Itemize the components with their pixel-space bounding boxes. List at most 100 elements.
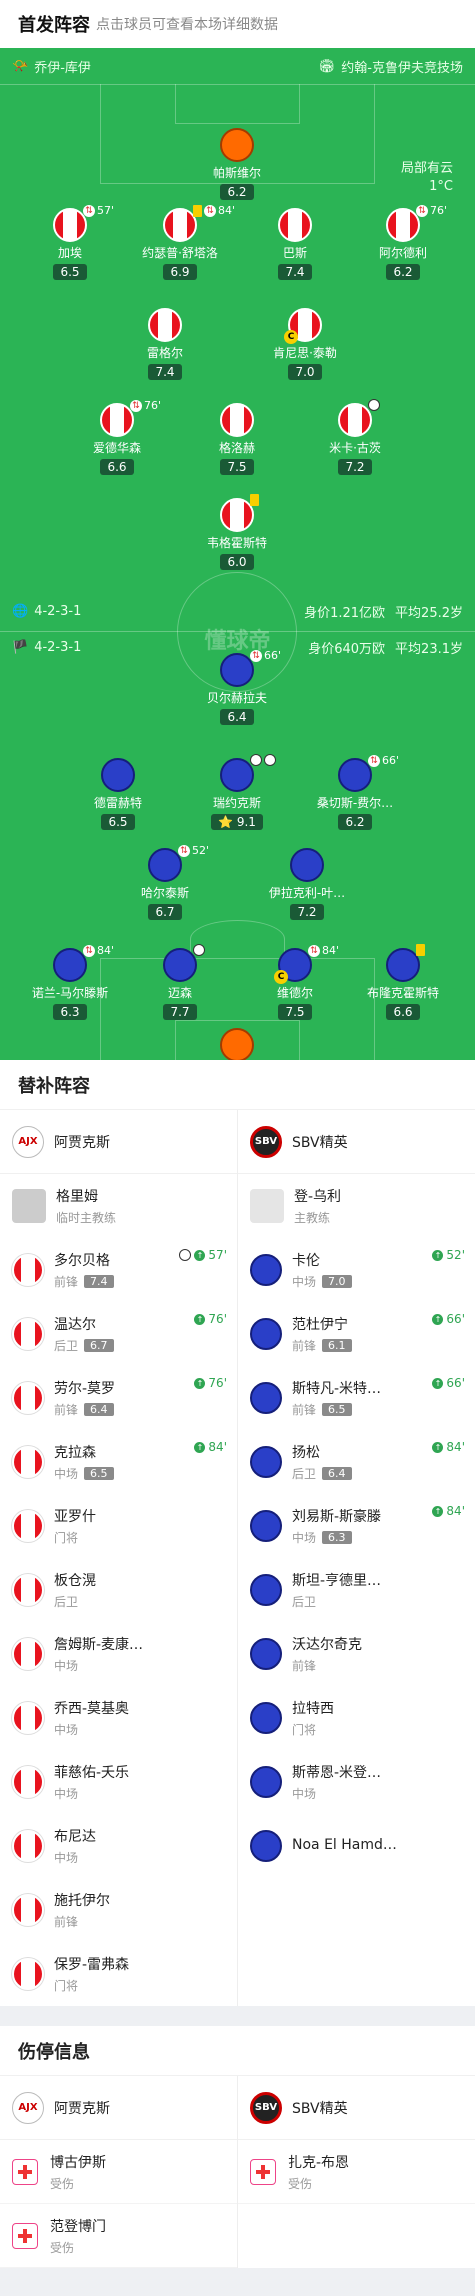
sub-in-icon: ↑: [432, 1249, 444, 1261]
coach-avatar: [250, 1189, 284, 1223]
sub-player-position: 中场 7.0: [292, 1273, 352, 1290]
sub-player-row[interactable]: Noa El Hamd…: [238, 1814, 475, 1878]
sub-player-row[interactable]: 范杜伊宁 前锋 6.1 ↑ 66': [238, 1302, 475, 1366]
player-shirt: [250, 1510, 282, 1542]
coach-row[interactable]: 格里姆 临时主教练: [0, 1174, 237, 1238]
substitution-icon: ⇅: [368, 754, 380, 767]
sub-player-row[interactable]: 布尼达 中场: [0, 1814, 237, 1878]
sub-player-row[interactable]: 沃达尔奇克 前锋: [238, 1622, 475, 1686]
coach-avatar: [12, 1189, 46, 1223]
sub-player-position: 中场 6.5: [54, 1465, 114, 1482]
sub-player-row[interactable]: 板仓滉 后卫: [0, 1558, 237, 1622]
injured-player-name: 博古伊斯: [50, 2154, 106, 2171]
sub-player-name: 范杜伊宁: [292, 1317, 348, 1333]
pitch-player-home[interactable]: 雷格尔 7.4: [100, 308, 230, 380]
sub-player-position: 中场 6.3: [292, 1529, 381, 1546]
sub-player-name: 扬松: [292, 1445, 320, 1461]
sub-player-row[interactable]: 斯蒂恩-米登… 中场: [238, 1750, 475, 1814]
player-shirt: [220, 128, 254, 162]
pitch-player-home[interactable]: 格洛赫 7.5: [172, 403, 302, 475]
pitch-player-away[interactable]: 布隆克霍斯特 6.6: [338, 944, 468, 1020]
pitch-player-away[interactable]: ⇅ 66' 桑切斯-费尔… 6.2: [290, 754, 420, 830]
sub-player-row[interactable]: 保罗-雷弗森 门将: [0, 1942, 237, 2006]
player-shirt: [12, 1638, 44, 1670]
sub-player-position: 后卫 6.4: [292, 1465, 352, 1482]
sub-player-row[interactable]: 温达尔 后卫 6.7 ↑ 76': [0, 1302, 237, 1366]
captain-badge: C: [274, 970, 288, 984]
sub-in-tag: ↑ 76': [194, 1312, 227, 1326]
pitch-player-home[interactable]: 韦格霍斯特 6.0: [172, 494, 302, 570]
sub-player-row[interactable]: 劳尔-莫罗 前锋 6.4 ↑ 76': [0, 1366, 237, 1430]
pitch-player-away[interactable]: 迈森 7.7: [115, 944, 245, 1020]
sub-player-row[interactable]: 菲慈佑-夭乐 中场: [0, 1750, 237, 1814]
pitch-player-away[interactable]: 瑞约克斯 ⭐ 9.1: [172, 754, 302, 830]
pitch-player-home[interactable]: 米卡·古茨 7.2: [290, 399, 420, 475]
sub-in-tag: ↑ 52': [432, 1248, 465, 1262]
player-shirt: [220, 498, 254, 532]
sub-player-name: 亚罗什: [54, 1509, 96, 1525]
injury-row[interactable]: 扎克-布恩 受伤: [238, 2140, 475, 2204]
player-event-badges: ⇅ 57': [83, 204, 114, 217]
player-rating: 7.2: [338, 459, 372, 475]
player-name: 韦格霍斯特: [206, 536, 267, 550]
team-name: SBV精英: [292, 1134, 348, 1151]
sub-player-row[interactable]: 扬松后卫 6.4 ↑ 84': [238, 1430, 475, 1494]
player-name: 约瑟普·舒塔洛: [142, 246, 218, 260]
injury-row[interactable]: 博古伊斯 受伤: [0, 2140, 237, 2204]
sub-in-tag: ↑ 84': [432, 1440, 465, 1454]
player-name: 格洛赫: [218, 441, 255, 455]
injured-player-name: 扎克-布恩: [288, 2154, 350, 2171]
substitution-icon: ⇅: [83, 944, 95, 957]
ball-icon: [193, 944, 205, 956]
injury-row[interactable]: 范登博门 受伤: [0, 2204, 237, 2268]
coach-name: 格里姆: [56, 1189, 98, 1205]
home-team-name: 乔伊-库伊: [34, 60, 91, 76]
player-rating: 6.2: [338, 814, 372, 830]
team-row: AJX 阿贾克斯: [0, 2076, 237, 2140]
player-shirt: [250, 1318, 282, 1350]
player-name: 爱德华森: [92, 441, 141, 455]
player-shirt: [338, 758, 372, 792]
player-event-badges: [250, 494, 259, 506]
pitch-player-home[interactable]: ⇅ 76' 阿尔德利 6.2: [338, 204, 468, 280]
player-shirt: [12, 1510, 44, 1542]
pitch-player-home[interactable]: ⇅ 84' 约瑟普·舒塔洛 6.9: [115, 204, 245, 280]
pitch-player-away[interactable]: 范加塞尔8.1: [172, 1028, 302, 1060]
sub-time: 52': [192, 844, 210, 857]
pitch-player-home[interactable]: 帕斯维尔 6.2: [172, 128, 302, 200]
sub-player-row[interactable]: 施托伊尔 前锋: [0, 1878, 237, 1942]
pitch-player-away[interactable]: 德雷赫特 6.5: [53, 758, 183, 830]
player-name: 布隆克霍斯特: [366, 986, 439, 1000]
coach-row[interactable]: 登-乌利 主教练: [238, 1174, 475, 1238]
away-value: 身价640万欧: [308, 642, 386, 657]
sub-player-row[interactable]: 亚罗什 门将: [0, 1494, 237, 1558]
sub-in-tag: ↑ 57': [179, 1248, 227, 1262]
coach-name: 登-乌利: [294, 1189, 342, 1205]
player-name: 哈尔泰斯: [140, 886, 189, 900]
sub-player-row[interactable]: 多尔贝格 前锋 7.4 ↑ 57': [0, 1238, 237, 1302]
sub-player-position: 门将: [292, 1723, 317, 1737]
sub-in-icon: ↑: [432, 1441, 444, 1453]
sub-player-row[interactable]: 克拉森 中场 6.5 ↑ 84': [0, 1430, 237, 1494]
pitch-player-away[interactable]: ⇅ 52' 哈尔泰斯 6.7: [100, 844, 230, 920]
sub-player-position: 中场: [292, 1787, 317, 1801]
player-rating: 6.5: [53, 264, 87, 280]
pitch-player-away[interactable]: ⇅ 66' 贝尔赫拉夫 6.4: [172, 649, 302, 725]
sub-player-row[interactable]: 斯坦-亨德里… 后卫: [238, 1558, 475, 1622]
sub-player-row[interactable]: 卡伦 中场 7.0 ↑ 52': [238, 1238, 475, 1302]
player-shirt: [386, 208, 420, 242]
sub-player-row[interactable]: 刘易斯-斯豪滕 中场 6.3 ↑ 84': [238, 1494, 475, 1558]
player-event-badges: ⇅ 76': [416, 204, 447, 217]
player-shirt: [12, 1958, 44, 1990]
pitch-player-home[interactable]: ⇅ 76' 爱德华森 6.6: [52, 399, 182, 475]
sub-player-name: Noa El Hamd…: [292, 1836, 397, 1853]
sub-player-row[interactable]: 詹姆斯-麦康… 中场: [0, 1622, 237, 1686]
away-formation-row: 🏴 4-2-3-1 身价640万欧 平均23.1岁: [0, 638, 475, 657]
player-shirt: [12, 1382, 44, 1414]
pitch-player-home[interactable]: C 肯尼思·泰勒 7.0: [240, 308, 370, 380]
sub-player-row[interactable]: 乔西-莫基奥 中场: [0, 1686, 237, 1750]
pitch-player-away[interactable]: 伊拉克利-叶… 7.2: [242, 848, 372, 920]
sub-player-row[interactable]: 拉特西 门将: [238, 1686, 475, 1750]
sub-player-row[interactable]: 斯特凡-米特… 前锋 6.5 ↑ 66': [238, 1366, 475, 1430]
sub-player-position: 前锋 6.4: [54, 1401, 115, 1418]
